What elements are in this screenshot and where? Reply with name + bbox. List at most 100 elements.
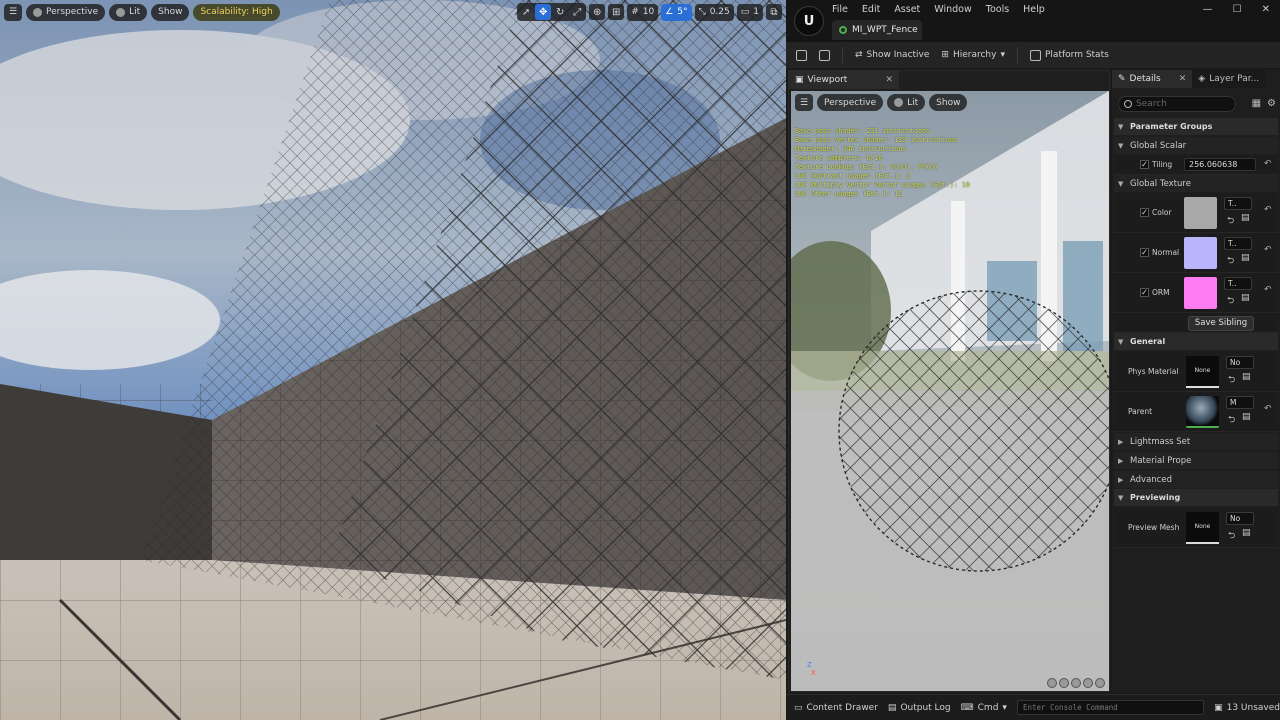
cmd-button[interactable]: ⌨ Cmd ▾ bbox=[961, 703, 1007, 713]
reset-icon[interactable]: ↶ bbox=[1264, 285, 1272, 295]
hierarchy-button[interactable]: ⊞ Hierarchy ▾ bbox=[941, 50, 1005, 60]
scalability-button[interactable]: Scalability: High bbox=[193, 3, 280, 21]
section-advanced[interactable]: ▶ Advanced bbox=[1114, 471, 1278, 488]
maximize-viewport-icon[interactable]: ⧉ bbox=[766, 4, 782, 20]
texture-dropdown[interactable]: T.. bbox=[1224, 237, 1252, 250]
use-selected-icon[interactable]: ⮌ bbox=[1228, 528, 1235, 544]
show-inactive-button[interactable]: ⇄ Show Inactive bbox=[855, 50, 929, 60]
texture-dropdown[interactable]: T.. bbox=[1224, 277, 1252, 290]
color-texture-thumbnail[interactable] bbox=[1184, 197, 1217, 229]
preview-mesh-dropdown[interactable]: No bbox=[1226, 512, 1254, 525]
reset-icon[interactable]: ↶ bbox=[1264, 205, 1272, 215]
preview-mesh-thumbnail[interactable]: None bbox=[1186, 512, 1219, 544]
maximize-icon[interactable]: ☐ bbox=[1233, 4, 1242, 15]
output-log-button[interactable]: ▤ Output Log bbox=[888, 703, 951, 713]
plane-preview-icon[interactable] bbox=[1071, 678, 1081, 688]
phys-material-dropdown[interactable]: No bbox=[1226, 356, 1254, 369]
browse-icon[interactable]: ▤ bbox=[1242, 412, 1251, 422]
section-parameter-groups[interactable]: ▼ Parameter Groups bbox=[1114, 118, 1278, 135]
console-command-field[interactable] bbox=[1016, 700, 1205, 715]
close-tab-icon[interactable]: ✕ bbox=[1179, 74, 1187, 84]
preview-lit-button[interactable]: Lit bbox=[887, 94, 926, 111]
save-sibling-button[interactable]: Save Sibling bbox=[1188, 316, 1254, 331]
material-preview-viewport[interactable]: ☰ Perspective Lit Show Base pass shader:… bbox=[791, 91, 1109, 691]
sphere-preview-icon[interactable] bbox=[1059, 678, 1069, 688]
browse-icon[interactable]: ▤ bbox=[1242, 528, 1251, 538]
mesh-preview-icon[interactable] bbox=[1095, 678, 1105, 688]
reset-icon[interactable]: ↶ bbox=[1264, 159, 1272, 169]
scale-tool-icon[interactable]: ⤢ bbox=[569, 4, 585, 20]
parent-dropdown[interactable]: M bbox=[1226, 396, 1254, 409]
search-input[interactable] bbox=[1136, 99, 1226, 109]
browse-icon[interactable]: ▤ bbox=[1241, 253, 1250, 263]
use-selected-icon[interactable]: ⮌ bbox=[1227, 253, 1234, 269]
browse-icon[interactable]: ▤ bbox=[1242, 372, 1251, 382]
show-button[interactable]: Show bbox=[151, 3, 190, 21]
settings-icon[interactable]: ⚙ bbox=[1267, 98, 1276, 109]
menu-window[interactable]: Window bbox=[934, 4, 971, 15]
content-drawer-button[interactable]: ▭ Content Drawer bbox=[794, 703, 878, 713]
browse-icon[interactable]: ▤ bbox=[1241, 293, 1250, 303]
use-selected-icon[interactable]: ⮌ bbox=[1228, 412, 1235, 428]
level-viewport[interactable]: ☰ Perspective Lit Show Scalability: High… bbox=[0, 0, 786, 720]
section-lightmass[interactable]: ▶ Lightmass Set bbox=[1114, 433, 1278, 450]
preview-show-button[interactable]: Show bbox=[929, 94, 968, 111]
section-global-texture[interactable]: ▼ Global Texture bbox=[1114, 175, 1278, 192]
browse-icon[interactable]: ▤ bbox=[1241, 213, 1250, 223]
normal-checkbox[interactable]: ✓ bbox=[1140, 248, 1149, 257]
close-tab-icon[interactable]: ✕ bbox=[885, 75, 893, 85]
scale-snap-button[interactable]: ⤡ 0.25 bbox=[694, 3, 734, 21]
orm-texture-thumbnail[interactable] bbox=[1184, 277, 1217, 309]
menu-help[interactable]: Help bbox=[1023, 4, 1045, 15]
translate-tool-icon[interactable]: ✥ bbox=[535, 4, 552, 20]
menu-edit[interactable]: Edit bbox=[862, 4, 880, 15]
details-search[interactable] bbox=[1118, 96, 1236, 112]
menu-tools[interactable]: Tools bbox=[986, 4, 1009, 15]
parent-material-thumbnail[interactable] bbox=[1186, 396, 1219, 428]
save-icon[interactable] bbox=[796, 49, 807, 61]
section-previewing[interactable]: ▼ Previewing bbox=[1114, 489, 1278, 506]
use-selected-icon[interactable]: ⮌ bbox=[1227, 213, 1234, 229]
rotate-tool-icon[interactable]: ↻ bbox=[552, 4, 568, 20]
orm-checkbox[interactable]: ✓ bbox=[1140, 288, 1149, 297]
viewport-menu-button[interactable]: ☰ bbox=[4, 3, 22, 21]
tiling-checkbox[interactable]: ✓ bbox=[1140, 160, 1149, 169]
texture-dropdown[interactable]: T.. bbox=[1224, 197, 1252, 210]
minimize-icon[interactable]: — bbox=[1203, 4, 1213, 15]
cube-preview-icon[interactable] bbox=[1083, 678, 1093, 688]
preview-menu-button[interactable]: ☰ bbox=[795, 94, 813, 111]
reset-icon[interactable]: ↶ bbox=[1264, 404, 1272, 414]
menu-asset[interactable]: Asset bbox=[894, 4, 920, 15]
menu-file[interactable]: File bbox=[832, 4, 848, 15]
grid-snap-button[interactable]: # 10 bbox=[627, 3, 659, 21]
tiling-value-field[interactable]: 256.060638 bbox=[1184, 158, 1256, 171]
section-global-scalar[interactable]: ▼ Global Scalar bbox=[1114, 137, 1278, 154]
section-material-properties[interactable]: ▶ Material Prope bbox=[1114, 452, 1278, 469]
select-tool-icon[interactable]: ➚ bbox=[518, 4, 534, 20]
reset-icon[interactable]: ↶ bbox=[1264, 245, 1272, 255]
section-general[interactable]: ▼ General bbox=[1114, 333, 1278, 350]
world-space-icon[interactable]: ⊕ bbox=[589, 4, 606, 20]
browse-icon[interactable] bbox=[819, 49, 830, 61]
tab-layer-parameters[interactable]: ◈ Layer Par... bbox=[1192, 70, 1266, 88]
use-selected-icon[interactable]: ⮌ bbox=[1228, 372, 1235, 388]
lit-button[interactable]: Lit bbox=[109, 3, 148, 21]
tab-viewport[interactable]: ▣ Viewport ✕ bbox=[789, 71, 899, 89]
tab-details[interactable]: ✎ Details ✕ bbox=[1112, 70, 1193, 88]
close-icon[interactable]: ✕ bbox=[1262, 4, 1270, 15]
normal-texture-thumbnail[interactable] bbox=[1184, 237, 1217, 269]
rotation-snap-button[interactable]: ∠ 5° bbox=[661, 3, 692, 21]
surface-snap-icon[interactable]: ⊞ bbox=[608, 4, 625, 20]
perspective-button[interactable]: Perspective bbox=[26, 3, 106, 21]
camera-speed-button[interactable]: ▭ 1 bbox=[736, 3, 763, 21]
preview-perspective-button[interactable]: Perspective bbox=[817, 94, 884, 111]
unsaved-button[interactable]: ▣ 13 Unsaved bbox=[1214, 703, 1280, 713]
phys-material-thumbnail[interactable]: None bbox=[1186, 356, 1219, 388]
cylinder-preview-icon[interactable] bbox=[1047, 678, 1057, 688]
table-view-icon[interactable]: ▦ bbox=[1252, 98, 1261, 109]
console-input[interactable] bbox=[1017, 701, 1204, 714]
platform-stats-button[interactable]: Platform Stats bbox=[1030, 49, 1109, 61]
asset-tab[interactable]: MI_WPT_Fence bbox=[832, 20, 922, 40]
use-selected-icon[interactable]: ⮌ bbox=[1227, 293, 1234, 309]
color-checkbox[interactable]: ✓ bbox=[1140, 208, 1149, 217]
